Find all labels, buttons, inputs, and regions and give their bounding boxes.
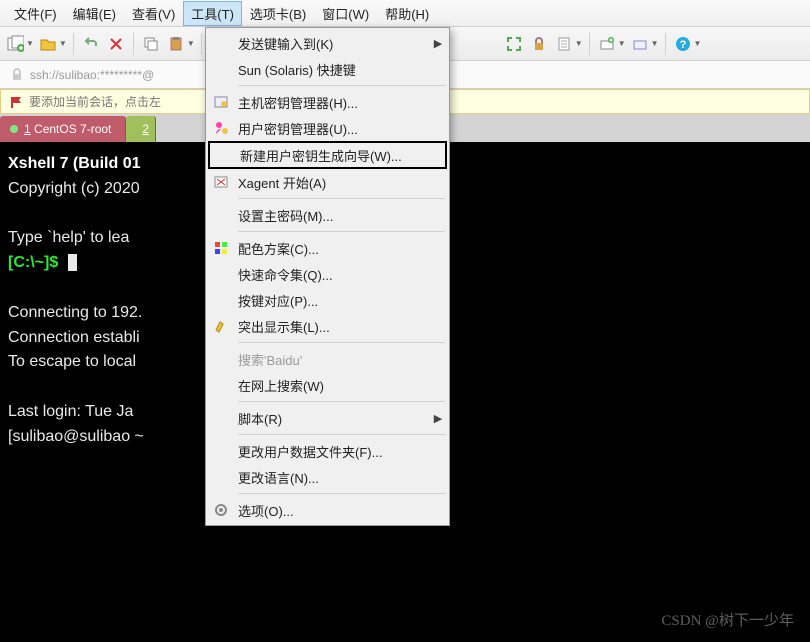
menu-change-user-folder[interactable]: 更改用户数据文件夹(F)... xyxy=(208,438,447,464)
menu-options[interactable]: 选项(O)... xyxy=(208,497,447,523)
open-icon[interactable] xyxy=(37,33,59,55)
menu-file[interactable]: 文件(F) xyxy=(6,1,65,26)
menu-tools[interactable]: 工具(T) xyxy=(183,1,242,26)
tools-dropdown: 发送键输入到(K)▶ Sun (Solaris) 快捷键 主机密钥管理器(H).… xyxy=(205,27,450,526)
menu-window[interactable]: 窗口(W) xyxy=(314,1,377,26)
menu-color-scheme[interactable]: 配色方案(C)... xyxy=(208,235,447,261)
lock-icon[interactable] xyxy=(528,33,550,55)
transfer-icon[interactable] xyxy=(596,33,618,55)
term-line: [sulibao@sulibao ~ xyxy=(8,428,144,445)
term-line: Connecting to 192. xyxy=(8,304,142,321)
menu-user-key-manager[interactable]: 用户密钥管理器(U)... xyxy=(208,115,447,141)
menu-help[interactable]: 帮助(H) xyxy=(377,1,437,26)
menu-quick-commands[interactable]: 快速命令集(Q)... xyxy=(208,261,447,287)
new-session-icon[interactable] xyxy=(4,33,26,55)
dropdown-icon[interactable]: ▼ xyxy=(694,39,702,48)
gear-icon xyxy=(208,502,234,518)
cursor xyxy=(68,254,77,271)
properties-icon[interactable] xyxy=(553,33,575,55)
menu-send-keys[interactable]: 发送键输入到(K)▶ xyxy=(208,30,447,56)
lock-icon xyxy=(10,68,24,82)
flag-icon xyxy=(9,95,23,109)
menu-view[interactable]: 查看(V) xyxy=(124,1,183,26)
menu-edit[interactable]: 编辑(E) xyxy=(65,1,124,26)
xagent-icon xyxy=(208,174,234,190)
disconnect-icon[interactable] xyxy=(105,33,127,55)
menu-xagent-start[interactable]: Xagent 开始(A) xyxy=(208,169,447,195)
paste-icon[interactable] xyxy=(165,33,187,55)
menu-host-key-manager[interactable]: 主机密钥管理器(H)... xyxy=(208,89,447,115)
dropdown-icon[interactable]: ▼ xyxy=(59,39,67,48)
term-line: Xshell 7 (Build 01 xyxy=(8,155,140,172)
tab-centos7[interactable]: 1 CentOS 7-root xyxy=(0,116,126,142)
palette-icon xyxy=(208,240,234,256)
copy-icon[interactable] xyxy=(140,33,162,55)
dropdown-icon[interactable]: ▼ xyxy=(26,39,34,48)
menu-sun-shortcuts[interactable]: Sun (Solaris) 快捷键 xyxy=(208,56,447,82)
svg-text:?: ? xyxy=(679,39,686,51)
fullscreen-icon[interactable] xyxy=(503,33,525,55)
menu-search-baidu: 搜索'Baidu' xyxy=(208,346,447,372)
tab-session-2[interactable]: 2 xyxy=(126,116,156,142)
menu-change-language[interactable]: 更改语言(N)... xyxy=(208,464,447,490)
user-key-icon xyxy=(208,120,234,136)
watermark: CSDN @树下一少年 xyxy=(661,609,794,630)
help-icon[interactable]: ? xyxy=(672,33,694,55)
highlight-icon xyxy=(208,318,234,334)
dropdown-icon[interactable]: ▼ xyxy=(187,39,195,48)
reconnect-icon[interactable] xyxy=(80,33,102,55)
menu-web-search[interactable]: 在网上搜索(W) xyxy=(208,372,447,398)
menu-key-mapping[interactable]: 按键对应(P)... xyxy=(208,287,447,313)
menu-highlight-sets[interactable]: 突出显示集(L)... xyxy=(208,313,447,339)
menu-script[interactable]: 脚本(R)▶ xyxy=(208,405,447,431)
dropdown-icon[interactable]: ▼ xyxy=(575,39,583,48)
xftp-icon[interactable] xyxy=(629,33,651,55)
tip-text: 要添加当前会话，点击左 xyxy=(29,93,161,110)
status-dot xyxy=(10,125,18,133)
menu-bar: 文件(F) 编辑(E) 查看(V) 工具(T) 选项卡(B) 窗口(W) 帮助(… xyxy=(0,0,810,27)
menu-tabs[interactable]: 选项卡(B) xyxy=(242,1,314,26)
address-text: ssh://sulibao:*********@ xyxy=(30,68,154,82)
prompt: [C:\~]$ xyxy=(8,254,58,271)
dropdown-icon[interactable]: ▼ xyxy=(618,39,626,48)
menu-set-master-password[interactable]: 设置主密码(M)... xyxy=(208,202,447,228)
dropdown-icon[interactable]: ▼ xyxy=(651,39,659,48)
term-line: Connection establi xyxy=(8,329,140,346)
host-key-icon xyxy=(208,94,234,110)
menu-new-user-key-wizard[interactable]: 新建用户密钥生成向导(W)... xyxy=(208,141,447,169)
